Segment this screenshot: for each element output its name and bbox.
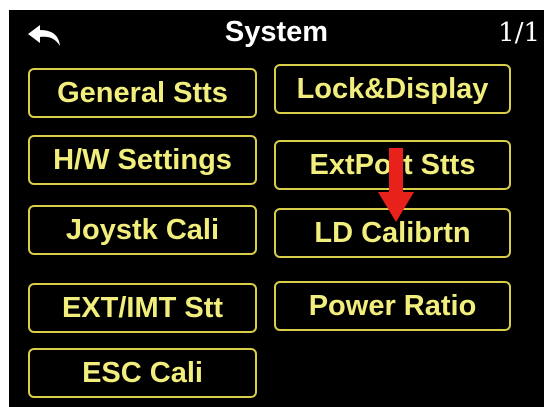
device-screen: System 1/1 General Stts H/W Settings Joy… bbox=[9, 10, 544, 407]
menu-button-label: Joystk Cali bbox=[65, 213, 220, 246]
down-arrow-icon bbox=[378, 148, 414, 222]
ext-imt-settings-button[interactable]: EXT/IMT Stt bbox=[28, 283, 257, 333]
hw-settings-button[interactable]: H/W Settings bbox=[28, 135, 257, 185]
header-bar: System 1/1 bbox=[9, 10, 544, 58]
menu-button-label: Power Ratio bbox=[308, 289, 477, 322]
joystick-calibration-button[interactable]: Joystk Cali bbox=[28, 205, 257, 255]
menu-button-label: Lock&Display bbox=[296, 72, 489, 105]
power-ratio-button[interactable]: Power Ratio bbox=[274, 281, 511, 331]
menu-button-label: General Stts bbox=[57, 76, 228, 109]
esc-calibration-button[interactable]: ESC Cali bbox=[28, 348, 257, 398]
menu-button-label: H/W Settings bbox=[53, 143, 232, 176]
menu-button-label: ESC Cali bbox=[82, 356, 203, 389]
general-settings-button[interactable]: General Stts bbox=[28, 68, 257, 118]
lock-display-button[interactable]: Lock&Display bbox=[274, 64, 511, 114]
page-indicator: 1/1 bbox=[498, 18, 540, 48]
menu-button-label: EXT/IMT Stt bbox=[61, 291, 224, 324]
page-title: System bbox=[224, 16, 329, 48]
